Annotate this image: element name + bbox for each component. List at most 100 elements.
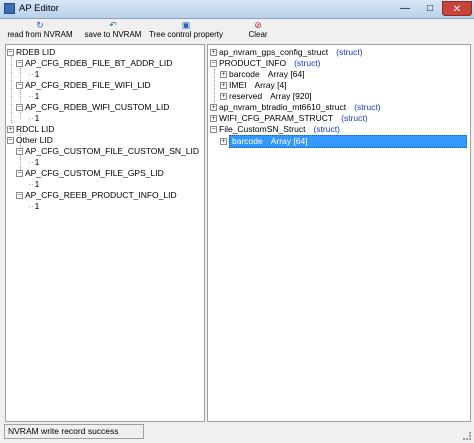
collapse-icon[interactable]: − (16, 192, 23, 200)
tree-node-wifi-custom-lid[interactable]: − AP_CFG_RDEB_WIFI_CUSTOM_LID (16, 102, 169, 113)
tree-leaf-label: 1 (34, 179, 40, 189)
struct-tree-pane[interactable]: + ap_nvram_gps_config_struct (struct) − PRO… (207, 44, 471, 422)
tree-node-label: AP_CFG_CUSTOM_FILE_GPS_LID (25, 168, 164, 178)
collapse-icon[interactable]: − (7, 137, 14, 145)
struct-field-name: barcode (229, 69, 260, 79)
refresh-icon: ↻ (36, 20, 44, 30)
tree-node-label: AP_CFG_RDEB_FILE_BT_ADDR_LID (25, 58, 173, 68)
struct-field-type: Array [64] (270, 136, 308, 146)
struct-node-btradio[interactable]: + ap_nvram_btradio_mt6610_struct (struct) (210, 102, 381, 113)
tree-leaf-value[interactable]: ··1 (28, 113, 39, 124)
tree-leaf-label: 1 (34, 69, 40, 79)
tree-node-custom-sn-lid[interactable]: − AP_CFG_CUSTOM_FILE_CUSTOM_SN_LID (16, 146, 199, 157)
tree-leaf-value[interactable]: ··1 (28, 179, 39, 190)
app-icon (4, 3, 15, 14)
struct-node-product-info[interactable]: − PRODUCT_INFO (struct) (210, 58, 321, 69)
tree-leaf-value[interactable]: ··1 (28, 69, 39, 80)
tree-leaf-label: 1 (34, 113, 40, 123)
tree-node-gps-lid[interactable]: − AP_CFG_CUSTOM_FILE_GPS_LID (16, 168, 164, 179)
struct-field-name: reserved (229, 91, 263, 101)
tree-leaf-value[interactable]: ··1 (28, 157, 39, 168)
expand-icon[interactable]: + (210, 115, 217, 123)
struct-field-name: IMEI (229, 80, 247, 90)
close-button[interactable]: ✕ (442, 1, 472, 16)
struct-node-wifi-cfg[interactable]: + WIFI_CFG_PARAM_STRUCT (struct) (210, 113, 368, 124)
tree-leaf-label: 1 (34, 91, 40, 101)
window-title: AP Editor (19, 3, 59, 14)
collapse-icon[interactable]: − (210, 60, 217, 68)
struct-node-gps-config[interactable]: + ap_nvram_gps_config_struct (struct) (210, 47, 363, 58)
tree-node-label: RDEB LID (16, 47, 56, 57)
save-to-nvram-button[interactable]: ↶ save to NVRAM (80, 20, 146, 39)
struct-field-reserved[interactable]: + reserved Array [920] (220, 91, 312, 102)
read-from-nvram-label: read from NVRAM (7, 30, 73, 39)
tree-node-label: AP_CFG_RDEB_WIFI_CUSTOM_LID (25, 102, 170, 112)
struct-type-label: (struct) (354, 102, 381, 112)
tree-node-wifi-lid[interactable]: − AP_CFG_RDEB_FILE_WIFI_LID (16, 80, 151, 91)
clear-label: Clear (248, 30, 268, 39)
tree-node-rdeb-lid[interactable]: − RDEB LID (7, 47, 55, 58)
tree-leaf-label: 1 (34, 157, 40, 167)
selected-row[interactable]: barcode Array [64] (229, 135, 467, 148)
struct-node-name: ap_nvram_gps_config_struct (219, 47, 329, 57)
struct-node-name: ap_nvram_btradio_mt6610_struct (219, 102, 347, 112)
undo-icon: ↶ (109, 20, 117, 30)
struct-field-type: Array [920] (270, 91, 312, 101)
clear-button[interactable]: ⊘ Clear (238, 20, 278, 39)
collapse-icon[interactable]: − (16, 148, 23, 156)
expand-icon[interactable]: + (220, 71, 227, 79)
struct-field-type: Array [64] (267, 69, 305, 79)
collapse-icon[interactable]: − (16, 60, 23, 68)
title-bar[interactable]: AP Editor — □ ✕ (0, 0, 474, 19)
tree-control-property-button[interactable]: ▣ Tree control property (146, 20, 226, 39)
tree-node-label: AP_CFG_CUSTOM_FILE_CUSTOM_SN_LID (25, 146, 199, 156)
status-bar: NVRAM write record success (4, 424, 144, 439)
tree-leaf-value[interactable]: ··1 (28, 201, 39, 212)
tree-node-bt-addr-lid[interactable]: − AP_CFG_RDEB_FILE_BT_ADDR_LID (16, 58, 172, 69)
struct-node-name: File_CustomSN_Struct (219, 124, 306, 134)
struct-node-name: PRODUCT_INFO (219, 58, 287, 68)
struct-field-barcode-selected[interactable]: + barcode Array [64] (220, 135, 467, 148)
expand-icon[interactable]: + (7, 126, 14, 134)
status-text: NVRAM write record success (8, 426, 119, 436)
tree-node-label: AP_CFG_RDEB_FILE_WIFI_LID (25, 80, 151, 90)
tree-guide-line (11, 53, 12, 123)
tree-window-icon: ▣ (181, 20, 191, 30)
struct-field-barcode[interactable]: + barcode Array [64] (220, 69, 305, 80)
tree-node-rdcl-lid[interactable]: + RDCL LID (7, 124, 54, 135)
tree-leaf-value[interactable]: ··1 (28, 91, 39, 102)
tree-control-property-label: Tree control property (149, 30, 223, 39)
struct-field-name: barcode (232, 136, 263, 146)
struct-field-imei[interactable]: + IMEI Array [4] (220, 80, 287, 91)
expand-icon[interactable]: + (220, 93, 227, 101)
resize-grip-icon[interactable] (463, 432, 471, 440)
toolbar: ↻ read from NVRAM ↶ save to NVRAM ▣ Tree… (0, 19, 474, 43)
struct-type-label: (struct) (313, 124, 340, 134)
tree-node-label: AP_CFG_REEB_PRODUCT_INFO_LID (25, 190, 177, 200)
tree-node-product-info-lid[interactable]: − AP_CFG_REEB_PRODUCT_INFO_LID (16, 190, 177, 201)
collapse-icon[interactable]: − (16, 104, 23, 112)
struct-type-label: (struct) (336, 47, 363, 57)
expand-icon[interactable]: + (210, 104, 217, 112)
minimize-button[interactable]: — (392, 1, 418, 16)
lid-tree-pane[interactable]: − RDEB LID − AP_CFG_RDEB_FILE_BT_ADDR_LID … (5, 44, 205, 422)
struct-node-name: WIFI_CFG_PARAM_STRUCT (219, 113, 334, 123)
save-to-nvram-label: save to NVRAM (84, 30, 142, 39)
expand-icon[interactable]: + (220, 138, 227, 146)
struct-type-label: (struct) (341, 113, 368, 123)
expand-icon[interactable]: + (210, 49, 217, 57)
read-from-nvram-button[interactable]: ↻ read from NVRAM (6, 20, 74, 39)
expand-icon[interactable]: + (220, 82, 227, 90)
collapse-icon[interactable]: − (16, 82, 23, 90)
collapse-icon[interactable]: − (7, 49, 14, 57)
maximize-button[interactable]: □ (418, 1, 442, 16)
tree-leaf-label: 1 (34, 201, 40, 211)
collapse-icon[interactable]: − (16, 170, 23, 178)
stop-icon: ⊘ (254, 20, 262, 30)
struct-type-label: (struct) (294, 58, 321, 68)
tree-node-label: Other LID (16, 135, 53, 145)
tree-node-other-lid[interactable]: − Other LID (7, 135, 53, 146)
struct-node-custom-sn[interactable]: − File_CustomSN_Struct (struct) (210, 124, 340, 135)
collapse-icon[interactable]: − (210, 126, 217, 134)
struct-field-type: Array [4] (254, 80, 287, 90)
